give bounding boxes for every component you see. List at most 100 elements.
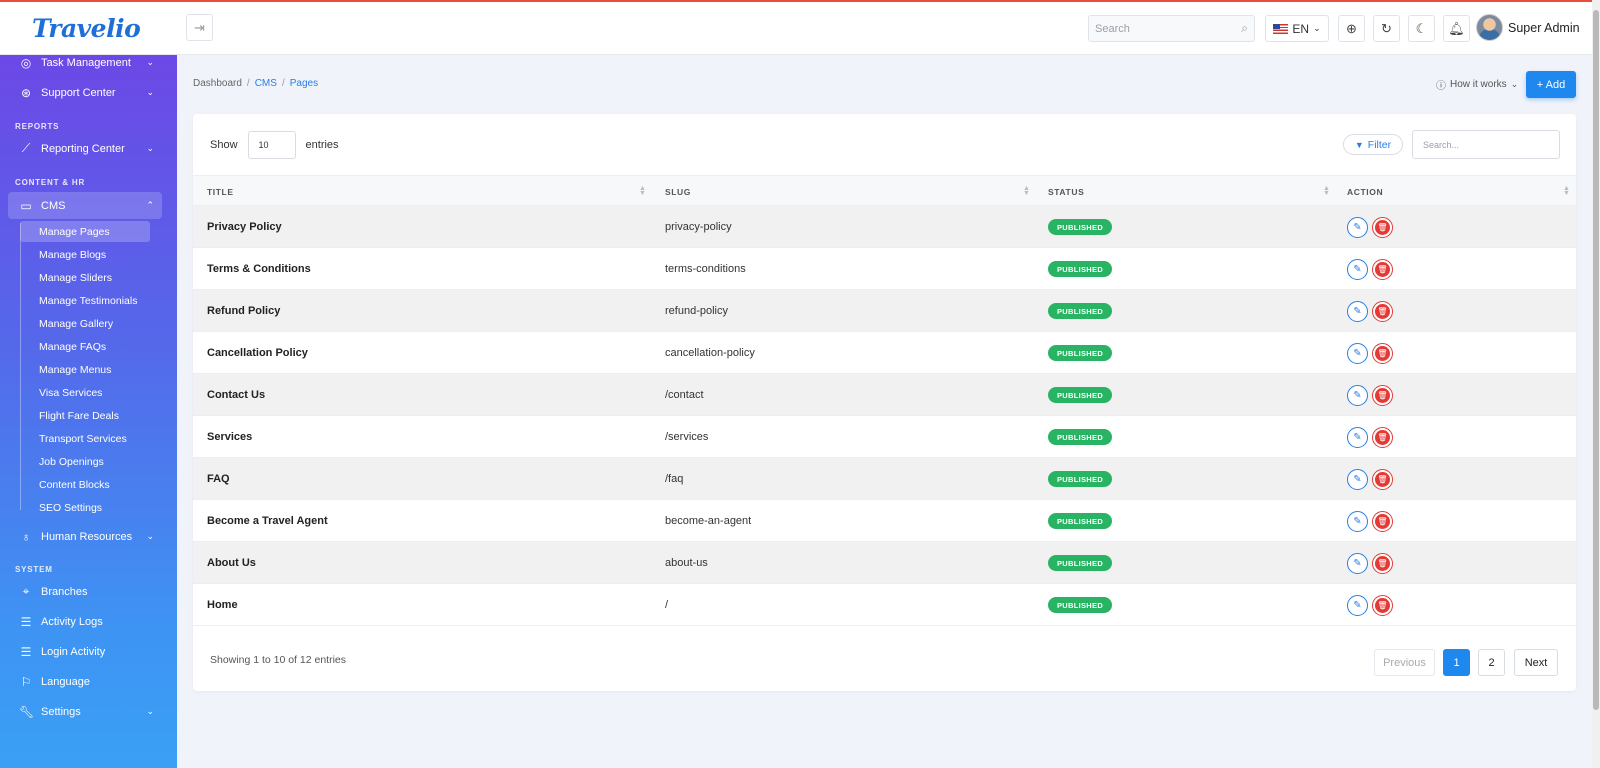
edit-button[interactable]: ✎ bbox=[1347, 343, 1368, 364]
chevron-down-icon: ⌄ bbox=[146, 87, 154, 97]
section-label-content: CONTENT & HR bbox=[15, 178, 86, 187]
delete-button[interactable]: 🗑︎ bbox=[1372, 553, 1393, 574]
status-badge: PUBLISHED bbox=[1048, 429, 1113, 445]
edit-icon: ✎ bbox=[1353, 264, 1362, 275]
logo[interactable]: Travelio ✈ bbox=[0, 2, 179, 288]
edit-button[interactable]: ✎ bbox=[1347, 427, 1368, 448]
edit-button[interactable]: ✎ bbox=[1347, 469, 1368, 490]
column-header-status[interactable]: STATUS bbox=[1048, 176, 1084, 207]
edit-button[interactable]: ✎ bbox=[1347, 385, 1368, 406]
how-it-works-button[interactable]: ⓘ How it works ⌄ bbox=[1436, 77, 1518, 92]
sidebar-subitem-transport-services[interactable]: Transport Services bbox=[20, 428, 150, 449]
edit-button[interactable]: ✎ bbox=[1347, 259, 1368, 280]
sidebar-subitem-flight-fare-deals[interactable]: Flight Fare Deals bbox=[20, 405, 150, 426]
sidebar-item-cms[interactable]: ▭ CMS ⌃ bbox=[8, 192, 162, 219]
lifebuoy-icon: ⊛ bbox=[20, 85, 32, 100]
sidebar-item-human-resources[interactable]: ♁ Human Resources ⌄ bbox=[8, 523, 162, 550]
delete-button[interactable]: 🗑︎ bbox=[1372, 427, 1393, 448]
sort-icon[interactable]: ▲ ▼ bbox=[1323, 185, 1330, 197]
add-button[interactable]: + Add bbox=[1526, 71, 1576, 98]
sidebar-subitem-seo-settings[interactable]: SEO Settings bbox=[20, 497, 150, 518]
sidebar-subitem-manage-menus[interactable]: Manage Menus bbox=[20, 359, 150, 380]
sidebar-toggle-button[interactable]: ⇥ bbox=[186, 14, 213, 41]
column-header-slug[interactable]: SLUG bbox=[665, 176, 691, 207]
sidebar-subitem-manage-testimonials[interactable]: Manage Testimonials bbox=[20, 290, 150, 311]
status-badge: PUBLISHED bbox=[1048, 219, 1113, 235]
sidebar-subitem-manage-blogs[interactable]: Manage Blogs bbox=[20, 244, 150, 265]
status-badge: PUBLISHED bbox=[1048, 555, 1113, 571]
sort-icon[interactable]: ▲ ▼ bbox=[639, 185, 646, 197]
chevron-down-icon: ⌄ bbox=[146, 531, 154, 541]
page-2-button[interactable]: 2 bbox=[1478, 649, 1505, 676]
delete-button[interactable]: 🗑︎ bbox=[1372, 511, 1393, 532]
section-label-system: SYSTEM bbox=[15, 565, 53, 574]
sidebar-subitem-manage-pages[interactable]: Manage Pages bbox=[20, 221, 150, 242]
page-1-button[interactable]: 1 bbox=[1443, 649, 1470, 676]
delete-button[interactable]: 🗑︎ bbox=[1372, 259, 1393, 280]
table-row: Contact Us /contact PUBLISHED ✎ 🗑︎ bbox=[193, 374, 1576, 416]
table-header: TITLE ▲ ▼ SLUG ▲ ▼ STATUS ▲ ▼ ACTION ▲ ▼ bbox=[193, 175, 1576, 206]
next-page-button[interactable]: Next bbox=[1514, 649, 1558, 676]
breadcrumb-cms[interactable]: CMS bbox=[255, 78, 277, 89]
sidebar-subitem-content-blocks[interactable]: Content Blocks bbox=[20, 474, 150, 495]
row-slug: become-an-agent bbox=[665, 515, 752, 527]
sidebar-item-settings[interactable]: 🔧︎ Settings ⌄ bbox=[8, 698, 162, 725]
previous-page-button[interactable]: Previous bbox=[1374, 649, 1435, 676]
edit-button[interactable]: ✎ bbox=[1347, 595, 1368, 616]
sidebar-item-login-activity[interactable]: ☰ Login Activity bbox=[8, 638, 162, 665]
global-search[interactable]: ⌕ bbox=[1088, 15, 1255, 42]
column-header-title[interactable]: TITLE bbox=[207, 176, 234, 207]
edit-button[interactable]: ✎ bbox=[1347, 301, 1368, 322]
sidebar-item-label: CMS bbox=[41, 199, 66, 212]
check-circle-icon: ◎ bbox=[20, 55, 32, 70]
delete-button[interactable]: 🗑︎ bbox=[1372, 385, 1393, 406]
edit-button[interactable]: ✎ bbox=[1347, 511, 1368, 532]
entries-per-page-input[interactable]: 10 bbox=[247, 131, 296, 159]
notifications-button[interactable]: 🔔︎ bbox=[1443, 15, 1470, 42]
sort-icon[interactable]: ▲ ▼ bbox=[1023, 185, 1030, 197]
filter-icon: ▼ bbox=[1354, 139, 1364, 150]
show-entries: Show 10 entries bbox=[210, 131, 339, 159]
breadcrumb-dashboard[interactable]: Dashboard bbox=[193, 78, 242, 89]
delete-button[interactable]: 🗑︎ bbox=[1372, 343, 1393, 364]
row-title: About Us bbox=[207, 557, 256, 569]
language-selector[interactable]: EN ⌄ bbox=[1265, 15, 1329, 42]
delete-button[interactable]: 🗑︎ bbox=[1372, 301, 1393, 322]
sidebar-item-reporting-center[interactable]: ⟋ Reporting Center ⌄ bbox=[8, 135, 162, 162]
sidebar-subitem-visa-services[interactable]: Visa Services bbox=[20, 382, 150, 403]
edit-button[interactable]: ✎ bbox=[1347, 553, 1368, 574]
sidebar-item-label: Support Center bbox=[41, 86, 116, 99]
search-icon: ⌕ bbox=[1241, 21, 1248, 35]
table-search-input[interactable]: Search... bbox=[1412, 130, 1560, 159]
page-scrollbar[interactable] bbox=[1592, 0, 1600, 768]
sort-icon[interactable]: ▲ ▼ bbox=[1563, 185, 1570, 197]
sidebar-item-language[interactable]: ⚐ Language bbox=[8, 668, 162, 695]
row-slug: terms-conditions bbox=[665, 263, 746, 275]
delete-button[interactable]: 🗑︎ bbox=[1372, 469, 1393, 490]
row-title: Refund Policy bbox=[207, 305, 281, 317]
edit-button[interactable]: ✎ bbox=[1347, 217, 1368, 238]
sidebar-item-activity-logs[interactable]: ☰ Activity Logs bbox=[8, 608, 162, 635]
refresh-button[interactable]: ↻ bbox=[1373, 15, 1400, 42]
filter-button[interactable]: ▼ Filter bbox=[1343, 134, 1403, 155]
sidebar-item-support-center[interactable]: ⊛ Support Center ⌄ bbox=[8, 79, 162, 106]
user-menu[interactable]: Super Admin bbox=[1476, 14, 1580, 41]
sidebar-subitem-manage-sliders[interactable]: Manage Sliders bbox=[20, 267, 150, 288]
delete-button[interactable]: 🗑︎ bbox=[1372, 217, 1393, 238]
sidebar-subitem-job-openings[interactable]: Job Openings bbox=[20, 451, 150, 472]
globe-button[interactable]: ⊕ bbox=[1338, 15, 1365, 42]
sidebar-item-branches[interactable]: ⌖ Branches bbox=[8, 578, 162, 605]
table-row: Privacy Policy privacy-policy PUBLISHED … bbox=[193, 206, 1576, 248]
delete-button[interactable]: 🗑︎ bbox=[1372, 595, 1393, 616]
breadcrumb-pages[interactable]: Pages bbox=[290, 78, 318, 89]
global-search-input[interactable] bbox=[1095, 22, 1225, 35]
scrollbar-thumb[interactable] bbox=[1593, 10, 1599, 710]
dark-mode-button[interactable]: ☾ bbox=[1408, 15, 1435, 42]
edit-icon: ✎ bbox=[1353, 558, 1362, 569]
sidebar-subitem-manage-faqs[interactable]: Manage FAQs bbox=[20, 336, 150, 357]
showing-entries-info: Showing 1 to 10 of 12 entries bbox=[210, 654, 347, 666]
sidebar-subitem-manage-gallery[interactable]: Manage Gallery bbox=[20, 313, 150, 334]
breadcrumb: Dashboard / CMS / Pages bbox=[193, 78, 319, 89]
sidebar-item-task-management[interactable]: ◎ Task Management ⌄ bbox=[8, 55, 162, 76]
language-code: EN bbox=[1292, 21, 1310, 36]
